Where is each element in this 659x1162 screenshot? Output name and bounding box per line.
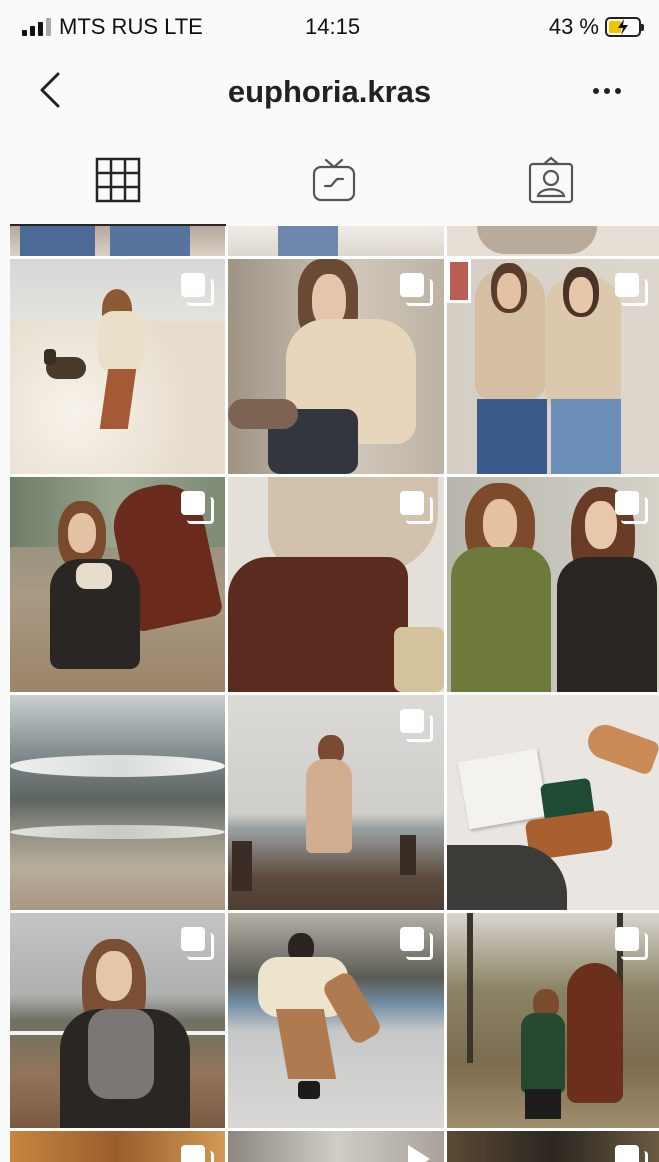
multiple-photos-icon bbox=[181, 491, 214, 524]
multiple-photos-icon bbox=[181, 273, 214, 306]
post-thumbnail[interactable] bbox=[10, 913, 225, 1128]
post-thumbnail[interactable] bbox=[447, 695, 659, 910]
post-thumbnail[interactable] bbox=[10, 226, 225, 256]
post-grid bbox=[10, 226, 659, 1162]
post-thumbnail[interactable] bbox=[447, 259, 659, 474]
profile-username: euphoria.kras bbox=[227, 74, 432, 109]
post-thumbnail[interactable] bbox=[447, 913, 659, 1128]
profile-tabs bbox=[10, 134, 659, 226]
post-thumbnail[interactable] bbox=[447, 1131, 659, 1162]
multiple-photos-icon bbox=[181, 1145, 214, 1162]
multiple-photos-icon bbox=[400, 491, 433, 524]
post-thumbnail[interactable] bbox=[228, 226, 444, 256]
tab-igtv[interactable] bbox=[226, 134, 442, 226]
multiple-photos-icon bbox=[400, 927, 433, 960]
multiple-photos-icon bbox=[615, 927, 648, 960]
post-thumbnail[interactable] bbox=[228, 913, 444, 1128]
post-thumbnail[interactable] bbox=[10, 695, 225, 910]
multiple-photos-icon bbox=[400, 273, 433, 306]
multiple-photos-icon bbox=[181, 927, 214, 960]
more-horizontal-icon[interactable] bbox=[593, 88, 621, 94]
post-thumbnail[interactable] bbox=[447, 477, 659, 692]
multiple-photos-icon bbox=[615, 273, 648, 306]
carrier-label: MTS RUS LTE bbox=[59, 14, 203, 39]
video-icon bbox=[408, 1145, 430, 1162]
multiple-photos-icon bbox=[400, 709, 433, 742]
status-bar: MTS RUS LTE 14:15 43 % bbox=[0, 0, 659, 52]
post-thumbnail[interactable] bbox=[228, 695, 444, 910]
post-thumbnail[interactable] bbox=[228, 477, 444, 692]
post-thumbnail[interactable] bbox=[10, 477, 225, 692]
igtv-icon bbox=[313, 158, 356, 202]
multiple-photos-icon bbox=[615, 1145, 648, 1162]
screen: MTS RUS LTE 14:15 43 % euphoria.kras bbox=[0, 0, 659, 1162]
post-thumbnail[interactable] bbox=[10, 1131, 225, 1162]
battery: 43 % bbox=[548, 14, 644, 40]
battery-icon bbox=[605, 17, 644, 37]
tagged-person-icon bbox=[528, 156, 573, 204]
post-thumbnail[interactable] bbox=[10, 259, 225, 474]
tab-grid[interactable] bbox=[10, 134, 227, 226]
grid-icon bbox=[95, 157, 141, 203]
carrier: MTS RUS LTE bbox=[22, 14, 203, 40]
profile-header: euphoria.kras bbox=[0, 52, 659, 134]
post-thumbnail[interactable] bbox=[228, 1131, 444, 1162]
multiple-photos-icon bbox=[615, 491, 648, 524]
post-thumbnail[interactable] bbox=[228, 259, 444, 474]
signal-icon bbox=[22, 18, 51, 36]
post-thumbnail[interactable] bbox=[447, 226, 659, 256]
status-time: 14:15 bbox=[305, 14, 361, 39]
battery-percent: 43 % bbox=[548, 14, 599, 39]
tab-tagged[interactable] bbox=[443, 134, 659, 226]
